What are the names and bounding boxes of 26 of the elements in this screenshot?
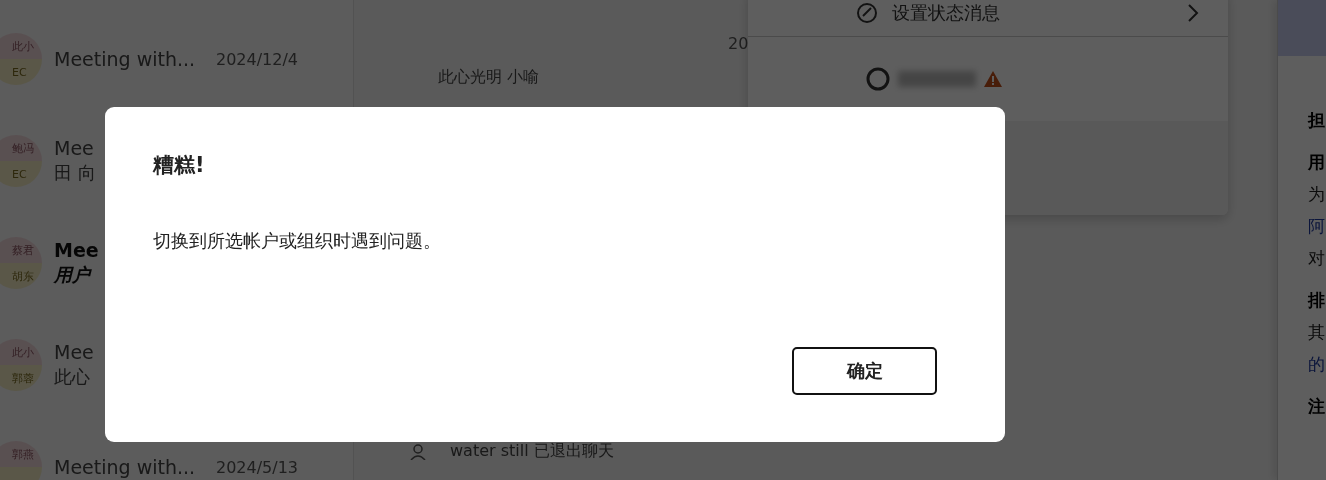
panel-text-fragment: 阿 — [1308, 215, 1326, 238]
panel-text-fragment: 用 — [1308, 151, 1326, 174]
panel-text-fragment: 对 — [1308, 247, 1326, 270]
avatar-initials: EC — [11, 166, 28, 183]
chat-date: 2024/5/13 — [216, 457, 299, 477]
panel-text-fragment: 其 — [1308, 321, 1326, 344]
panel-text-fragment: 注 — [1308, 395, 1326, 418]
panel-text-fragment: 担 — [1308, 109, 1326, 132]
dialog-title: 糟糕! — [153, 152, 206, 179]
panel-text-fragment: 的 — [1308, 353, 1326, 376]
chat-preview: 此心 — [54, 365, 90, 389]
avatar-initials: EC — [11, 64, 28, 81]
chat-title: Mee — [54, 341, 94, 363]
chat-preview: 田 向 — [54, 161, 96, 185]
event-text: water still 已退出聊天 — [450, 441, 614, 462]
chat-title: Mee — [54, 137, 94, 159]
message-date: 20 — [728, 34, 749, 53]
chat-preview: 用户 — [54, 263, 90, 287]
sender-name: 此心光明 小喻 — [438, 67, 540, 88]
panel-text-fragment: 为 — [1308, 183, 1326, 206]
panel-text-fragment: 排 — [1308, 289, 1326, 312]
chat-title: Meeting with... — [54, 456, 196, 478]
dialog-message: 切换到所选帐户或组织时遇到问题。 — [153, 229, 442, 253]
chat-date: 2024/12/4 — [216, 49, 299, 69]
chat-title: Mee — [54, 239, 99, 261]
chat-title: Meeting with... — [54, 48, 196, 70]
